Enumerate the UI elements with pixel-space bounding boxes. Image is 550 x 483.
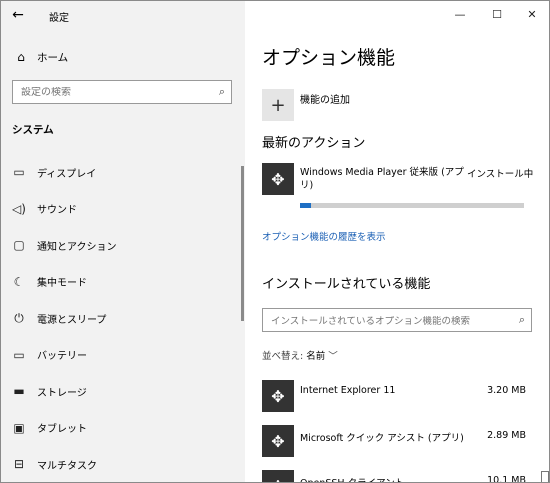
feature-size: 2.89 MB — [487, 430, 526, 441]
sidebar: ← 設定 ⌂ ホーム ⌕ システム ▭ ディスプレイ ◁) サウンド ▢ 通知と… — [1, 1, 245, 482]
sidebar-item-home[interactable]: ⌂ ホーム — [1, 45, 245, 69]
sidebar-item-notifications[interactable]: ▢ 通知とアクション — [1, 227, 245, 264]
multitask-icon: ⊟ — [13, 457, 25, 472]
minimize-button[interactable]: — — [449, 5, 471, 23]
settings-window: ← 設定 ⌂ ホーム ⌕ システム ▭ ディスプレイ ◁) サウンド ▢ 通知と… — [0, 0, 550, 483]
settings-search-box[interactable]: ⌕ — [12, 80, 232, 104]
sidebar-item-label: ストレージ — [37, 387, 87, 399]
sidebar-item-label: 電源とスリープ — [37, 314, 107, 326]
sidebar-item-label: 通知とアクション — [37, 241, 117, 253]
main-scrollbar[interactable] — [541, 471, 549, 482]
title-bar-left: ← 設定 — [1, 1, 245, 31]
display-icon: ▭ — [13, 165, 25, 180]
feature-history-link[interactable]: オプション機能の履歴を表示 — [262, 229, 386, 243]
maximize-icon: ☐ — [492, 7, 502, 21]
sidebar-item-label: マルチタスク — [37, 460, 97, 472]
back-arrow-icon: ← — [12, 7, 24, 23]
settings-search-input[interactable] — [21, 86, 211, 98]
sidebar-item-label: サウンド — [37, 205, 77, 217]
feature-name: Microsoft クイック アシスト (アプリ) — [300, 433, 464, 444]
installed-feature-row[interactable]: ✥ Internet Explorer 11 3.20 MB — [262, 380, 526, 414]
add-feature-button[interactable]: + 機能の追加 — [262, 89, 350, 121]
installed-features-search-input[interactable] — [271, 316, 511, 327]
install-progress-bar — [300, 203, 524, 208]
installed-features-search-box[interactable]: ⌕ — [262, 308, 532, 332]
sidebar-item-label: タブレット — [37, 424, 87, 436]
sidebar-item-storage[interactable]: ▬ ストレージ — [1, 373, 245, 410]
minimize-icon: — — [454, 7, 466, 21]
sort-label: 並べ替え: — [262, 351, 304, 362]
feature-size: 3.20 MB — [487, 385, 526, 396]
chevron-down-icon: ﹀ — [328, 351, 338, 362]
feature-size: 10.1 MB — [487, 475, 526, 483]
search-icon[interactable]: ⌕ — [519, 313, 525, 327]
app-title: 設定 — [49, 13, 69, 24]
feature-name: Internet Explorer 11 — [300, 385, 396, 396]
back-button[interactable]: ← — [7, 5, 29, 25]
tablet-icon: ▣ — [13, 420, 25, 435]
home-icon: ⌂ — [17, 50, 25, 64]
recent-action-name: Windows Media Player 従来版 (アプリ) — [300, 167, 464, 191]
sidebar-scrollbar[interactable] — [241, 166, 244, 321]
moon-icon: ☾ — [13, 274, 25, 289]
sidebar-item-focus[interactable]: ☾ 集中モード — [1, 264, 245, 301]
recent-actions-heading: 最新のアクション — [262, 136, 366, 151]
installed-feature-row[interactable]: ✥ OpenSSH クライアント 10.1 MB — [262, 470, 526, 483]
sidebar-item-multitasking[interactable]: ⊟ マルチタスク — [1, 446, 245, 482]
storage-icon: ▬ — [13, 384, 25, 399]
sidebar-item-sound[interactable]: ◁) サウンド — [1, 191, 245, 228]
puzzle-piece-icon: ✥ — [262, 163, 294, 195]
notification-icon: ▢ — [13, 238, 25, 253]
sort-dropdown[interactable]: 並べ替え: 名前 ﹀ — [262, 348, 338, 362]
search-icon[interactable]: ⌕ — [219, 85, 225, 99]
puzzle-piece-icon: ✥ — [262, 470, 294, 482]
install-progress-fill — [300, 203, 312, 208]
sidebar-section-title: システム — [12, 124, 54, 136]
maximize-button[interactable]: ☐ — [486, 5, 508, 23]
sidebar-item-label: ディスプレイ — [37, 168, 97, 180]
installed-feature-row[interactable]: ✥ Microsoft クイック アシスト (アプリ) 2.89 MB — [262, 425, 526, 459]
sort-value: 名前 — [306, 351, 326, 362]
close-button[interactable]: ✕ — [521, 5, 543, 23]
puzzle-piece-icon: ✥ — [262, 380, 294, 412]
plus-icon: + — [262, 89, 294, 121]
power-icon: ⏻ — [14, 310, 24, 325]
puzzle-piece-icon: ✥ — [262, 425, 294, 457]
sidebar-item-label: ホーム — [37, 51, 69, 64]
page-title: オプション機能 — [262, 47, 396, 69]
sidebar-item-power[interactable]: ⏻ 電源とスリープ — [1, 300, 245, 337]
speaker-icon: ◁) — [12, 201, 26, 216]
sidebar-item-label: 集中モード — [37, 278, 87, 290]
sidebar-item-tablet[interactable]: ▣ タブレット — [1, 410, 245, 447]
add-feature-label: 機能の追加 — [300, 94, 350, 106]
sidebar-item-battery[interactable]: ▭ バッテリー — [1, 337, 245, 374]
battery-icon: ▭ — [13, 347, 25, 362]
recent-action-status: インストール中 — [467, 169, 534, 180]
installed-features-heading: インストールされている機能 — [262, 277, 431, 292]
sidebar-item-label: バッテリー — [37, 351, 87, 363]
sidebar-item-display[interactable]: ▭ ディスプレイ — [1, 154, 245, 191]
main-pane: — ☐ ✕ オプション機能 + 機能の追加 最新のアクション ✥ Windows… — [245, 1, 549, 483]
feature-name: OpenSSH クライアント — [300, 475, 404, 482]
close-icon: ✕ — [527, 7, 537, 21]
sidebar-nav: ▭ ディスプレイ ◁) サウンド ▢ 通知とアクション ☾ 集中モード ⏻ 電源… — [1, 154, 245, 482]
